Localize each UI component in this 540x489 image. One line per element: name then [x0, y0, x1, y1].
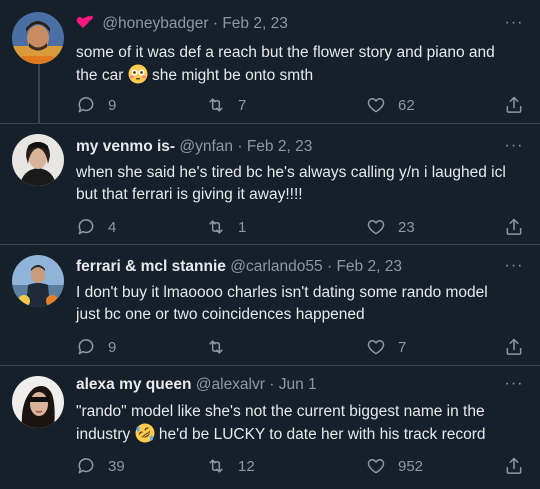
- username[interactable]: @honeybadger: [102, 15, 208, 32]
- timestamp[interactable]: Jun 1: [279, 376, 317, 393]
- timestamp[interactable]: Feb 2, 23: [247, 138, 313, 155]
- reply-button[interactable]: 9: [76, 93, 116, 117]
- two-hearts-icon: [76, 14, 94, 30]
- share-icon: [506, 457, 522, 474]
- avatar[interactable]: [12, 376, 64, 428]
- avatar-image: [12, 134, 64, 186]
- action-bar: 9 7: [76, 335, 540, 359]
- username[interactable]: @carlando55: [230, 258, 322, 275]
- retweet-button[interactable]: 12: [206, 454, 255, 478]
- tweet-header: alexa my queen @alexalvr · Jun 1: [76, 375, 500, 395]
- tweet-text: when she said he's tired bc he's always …: [76, 164, 506, 203]
- retweet-button[interactable]: 1: [206, 215, 246, 239]
- like-button[interactable]: 952: [366, 454, 423, 478]
- retweet-count: 7: [238, 96, 247, 114]
- tweet-header: @honeybadger · Feb 2, 23: [76, 14, 500, 34]
- tweet-text: I don't buy it lmaoooo charles isn't dat…: [76, 284, 488, 323]
- flushed-face-emoji-icon: [128, 64, 148, 84]
- timestamp[interactable]: Feb 2, 23: [336, 258, 402, 275]
- display-name[interactable]: ferrari & mcl stannie: [76, 258, 226, 275]
- separator: ·: [237, 138, 243, 155]
- more-options-icon[interactable]: ···: [502, 138, 526, 157]
- tweet-text: some of it was def a reach but the flowe…: [76, 42, 514, 87]
- action-bar: 4 1 23: [76, 215, 540, 239]
- share-button[interactable]: [504, 93, 524, 117]
- share-icon: [506, 96, 522, 113]
- like-button[interactable]: 23: [366, 215, 415, 239]
- more-options-icon[interactable]: ···: [502, 258, 526, 277]
- heart-icon: [367, 459, 385, 474]
- retweet-button[interactable]: 7: [206, 93, 246, 117]
- retweet-icon: [209, 220, 223, 234]
- like-count: 62: [398, 96, 415, 114]
- reply-icon: [78, 339, 94, 355]
- tweet[interactable]: ferrari & mcl stannie @carlando55 · Feb …: [0, 245, 540, 366]
- reply-icon: [78, 458, 94, 474]
- username[interactable]: @ynfan: [179, 138, 233, 155]
- reply-count: 39: [108, 457, 125, 475]
- share-button[interactable]: [504, 215, 524, 239]
- heart-icon: [367, 98, 385, 113]
- thread-line: [38, 64, 40, 124]
- retweet-icon: [209, 340, 223, 354]
- like-count: 952: [398, 457, 424, 475]
- retweet-button[interactable]: [206, 335, 238, 359]
- tweet-text-part: she might be onto smth: [152, 67, 314, 84]
- reply-icon: [78, 97, 94, 113]
- username[interactable]: @alexalvr: [196, 376, 265, 393]
- tweet[interactable]: alexa my queen @alexalvr · Jun 1 ··· "ra…: [0, 366, 540, 489]
- tweet[interactable]: @honeybadger · Feb 2, 23 ··· some of it …: [0, 0, 540, 124]
- share-icon: [506, 218, 522, 235]
- like-count: 7: [398, 338, 407, 356]
- tweet-header: ferrari & mcl stannie @carlando55 · Feb …: [76, 257, 500, 277]
- share-button[interactable]: [504, 454, 524, 478]
- reply-button[interactable]: 9: [76, 335, 116, 359]
- reply-button[interactable]: 4: [76, 215, 116, 239]
- display-name[interactable]: alexa my queen: [76, 376, 191, 393]
- avatar[interactable]: [12, 134, 64, 186]
- reply-count: 4: [108, 218, 117, 236]
- tweet-text-part: he'd be LUCKY to date her with his track…: [158, 426, 486, 443]
- timestamp[interactable]: Feb 2, 23: [222, 15, 288, 32]
- reply-count: 9: [108, 96, 117, 114]
- reply-count: 9: [108, 338, 117, 356]
- avatar-image: [12, 12, 64, 64]
- retweet-count: 12: [238, 457, 255, 475]
- share-button[interactable]: [504, 335, 524, 359]
- retweet-count: 1: [238, 218, 247, 236]
- more-options-icon[interactable]: ···: [502, 15, 526, 34]
- tweet-text: "rando" model like she's not the current…: [76, 401, 514, 446]
- separator: ·: [212, 15, 219, 32]
- action-bar: 39 12 952: [76, 454, 540, 478]
- more-options-icon[interactable]: ···: [502, 376, 526, 395]
- rolling-on-floor-laughing-emoji-icon: [135, 423, 155, 443]
- retweet-icon: [209, 98, 223, 112]
- tweet[interactable]: my venmo is- @ynfan · Feb 2, 23 ··· when…: [0, 124, 540, 245]
- avatar[interactable]: [12, 255, 64, 307]
- avatar-image: [12, 376, 64, 428]
- heart-icon: [367, 220, 385, 235]
- like-count: 23: [398, 218, 415, 236]
- separator: ·: [326, 258, 333, 275]
- like-button[interactable]: 7: [366, 335, 406, 359]
- reply-feed: @honeybadger · Feb 2, 23 ··· some of it …: [0, 0, 540, 489]
- avatar[interactable]: [12, 12, 64, 64]
- avatar-image: [12, 255, 64, 307]
- retweet-icon: [209, 459, 223, 473]
- reply-icon: [78, 219, 94, 235]
- share-icon: [506, 338, 522, 355]
- tweet-header: my venmo is- @ynfan · Feb 2, 23: [76, 137, 500, 157]
- heart-icon: [367, 340, 385, 355]
- like-button[interactable]: 62: [366, 93, 415, 117]
- action-bar: 9 7 62: [76, 93, 540, 117]
- separator: ·: [269, 376, 275, 393]
- reply-button[interactable]: 39: [76, 454, 125, 478]
- display-name[interactable]: my venmo is-: [76, 138, 175, 155]
